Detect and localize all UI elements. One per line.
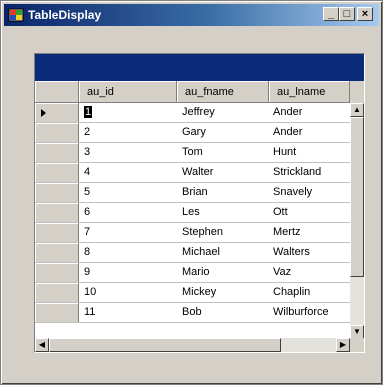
cell-au-lname[interactable]: Wilburforce [273,306,347,318]
scroll-right-button[interactable]: ▶ [336,338,350,352]
scroll-down-button[interactable]: ▼ [350,325,364,339]
table-row[interactable]: 1 Jeffrey Ander [35,103,350,123]
table-row[interactable]: 6 Les Ott [35,203,350,223]
scrollbar-corner [350,338,364,352]
cell-au-lname[interactable]: Strickland [273,166,347,178]
cell-au-lname[interactable]: Vaz [273,266,347,278]
cell-au-fname[interactable]: Walter [182,166,270,178]
row-header[interactable] [35,103,79,122]
cell-au-id[interactable]: 6 [84,206,172,218]
table-row[interactable]: 3 Tom Hunt [35,143,350,163]
horizontal-scroll-thumb[interactable] [49,338,281,352]
row-header[interactable] [35,183,79,202]
table-row[interactable]: 11 Bob Wilburforce [35,303,350,323]
data-grid[interactable]: au_id au_fname au_lname 1 Jeffrey Ander … [34,53,365,353]
table-row[interactable]: 4 Walter Strickland [35,163,350,183]
window-title: TableDisplay [28,8,102,22]
cell-au-id[interactable]: 1 [84,106,172,118]
column-header-au-lname[interactable]: au_lname [269,81,350,103]
cell-au-fname[interactable]: Gary [182,126,270,138]
column-header-row: au_id au_fname au_lname [35,81,364,103]
row-header[interactable] [35,243,79,262]
cell-au-fname[interactable]: Bob [182,306,270,318]
cell-au-lname[interactable]: Snavely [273,186,347,198]
cell-au-fname[interactable]: Brian [182,186,270,198]
cell-au-id[interactable]: 2 [84,126,172,138]
app-icon [8,8,24,22]
row-header[interactable] [35,223,79,242]
scroll-up-button[interactable]: ▲ [350,103,364,117]
selected-cell-text: 1 [84,106,93,118]
row-header-corner [35,81,79,103]
column-header-au-fname[interactable]: au_fname [177,81,269,103]
cell-au-lname[interactable]: Mertz [273,226,347,238]
row-header[interactable] [35,143,79,162]
row-header[interactable] [35,163,79,182]
close-button[interactable]: × [357,7,373,21]
grid-rows: 1 Jeffrey Ander 2 Gary Ander 3 Tom Hunt … [35,103,350,323]
row-header[interactable] [35,303,79,322]
vertical-scrollbar[interactable]: ▲ ▼ [350,103,364,339]
row-header[interactable] [35,283,79,302]
cell-au-id[interactable]: 9 [84,266,172,278]
table-display-window: TableDisplay _ □ × au_id au_fname au_lna… [0,0,383,385]
maximize-button[interactable]: □ [339,7,355,21]
cell-au-lname[interactable]: Chaplin [273,286,347,298]
cell-au-fname[interactable]: Michael [182,246,270,258]
cell-au-id[interactable]: 8 [84,246,172,258]
cell-au-fname[interactable]: Jeffrey [182,106,270,118]
current-row-arrow-icon [41,109,46,117]
table-row[interactable]: 2 Gary Ander [35,123,350,143]
cell-au-lname[interactable]: Walters [273,246,347,258]
table-row[interactable]: 7 Stephen Mertz [35,223,350,243]
row-header[interactable] [35,203,79,222]
cell-au-id[interactable]: 3 [84,146,172,158]
table-row[interactable]: 8 Michael Walters [35,243,350,263]
row-header[interactable] [35,123,79,142]
table-row[interactable]: 10 Mickey Chaplin [35,283,350,303]
grid-caption-bar [35,54,364,81]
table-row[interactable]: 9 Mario Vaz [35,263,350,283]
cell-au-id[interactable]: 7 [84,226,172,238]
cell-au-fname[interactable]: Mario [182,266,270,278]
cell-au-lname[interactable]: Hunt [273,146,347,158]
cell-au-fname[interactable]: Mickey [182,286,270,298]
column-header-au-id[interactable]: au_id [79,81,177,103]
cell-au-id[interactable]: 10 [84,286,172,298]
table-row[interactable]: 5 Brian Snavely [35,183,350,203]
cell-au-id[interactable]: 11 [84,306,172,318]
cell-au-id[interactable]: 4 [84,166,172,178]
cell-au-lname[interactable]: Ott [273,206,347,218]
vertical-scroll-thumb[interactable] [350,117,364,277]
cell-au-lname[interactable]: Ander [273,126,347,138]
minimize-button[interactable]: _ [323,7,339,21]
cell-au-lname[interactable]: Ander [273,106,347,118]
cell-au-fname[interactable]: Les [182,206,270,218]
cell-au-id[interactable]: 5 [84,186,172,198]
title-bar[interactable]: TableDisplay _ □ × [4,4,379,26]
cell-au-fname[interactable]: Stephen [182,226,270,238]
row-header[interactable] [35,263,79,282]
cell-au-fname[interactable]: Tom [182,146,270,158]
scroll-left-button[interactable]: ◀ [35,338,49,352]
horizontal-scrollbar[interactable]: ◀ ▶ [35,338,350,352]
